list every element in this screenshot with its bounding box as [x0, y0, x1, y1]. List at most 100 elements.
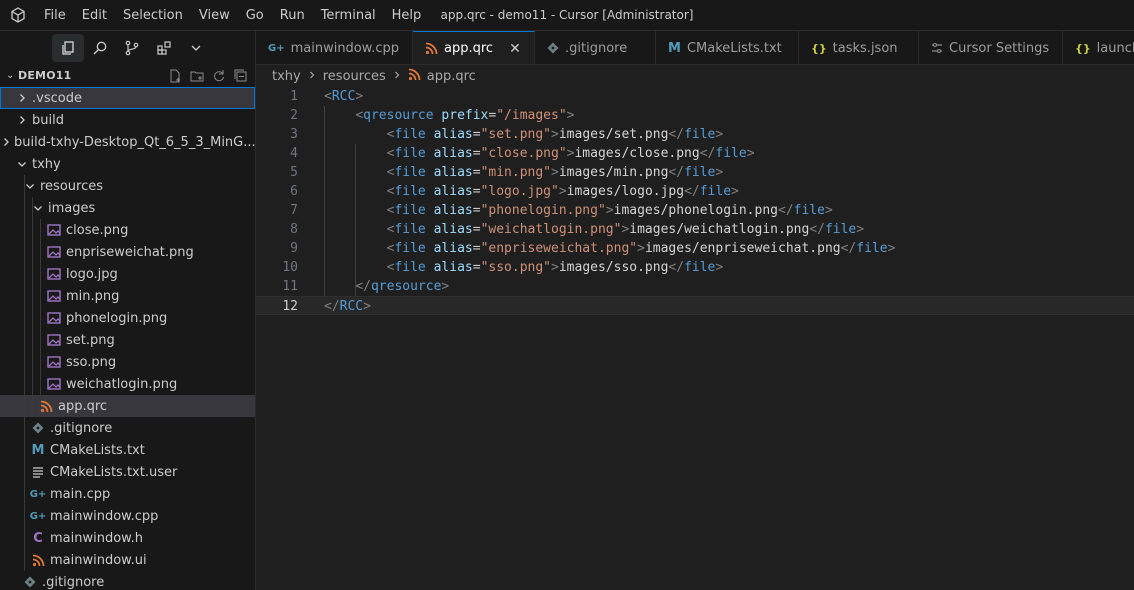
element-text: images/enpriseweichat.png [644, 241, 841, 256]
tab-tasks-json[interactable]: {} tasks.json [799, 31, 919, 64]
close-icon[interactable]: ✕ [509, 41, 521, 57]
chevron-right-icon[interactable] [0, 136, 12, 148]
tab-mainwindow-cpp[interactable]: G+ mainwindow.cpp [256, 31, 413, 64]
indent-guide [24, 241, 25, 263]
chevron-right-icon[interactable] [14, 92, 30, 104]
explorer-actions [167, 68, 255, 84]
tab-gitignore[interactable]: .gitignore [535, 31, 656, 64]
code-text: <file alias="set.png">images/set.png</fi… [386, 127, 724, 142]
chevron-right-icon[interactable] [14, 114, 30, 126]
menu-view[interactable]: View [191, 0, 238, 31]
menu-help[interactable]: Help [384, 0, 430, 31]
tag-name: file [684, 165, 716, 180]
tree-file[interactable]: logo.jpg [0, 263, 255, 285]
git-file-icon [547, 42, 559, 54]
tab-launch[interactable]: {} launch [1063, 31, 1134, 64]
tree-folder[interactable]: txhy [0, 153, 255, 175]
tree-file[interactable]: enpriseweichat.png [0, 241, 255, 263]
tree-file[interactable]: mainwindow.ui [0, 549, 255, 571]
cmake-file-icon: M [668, 40, 681, 56]
tree-folder[interactable]: resources [0, 175, 255, 197]
tree-file[interactable]: close.png [0, 219, 255, 241]
chevron-down-icon[interactable]: ⌄ [6, 70, 18, 81]
extensions-icon[interactable] [148, 34, 180, 62]
tree-file[interactable]: phonelogin.png [0, 307, 255, 329]
code-text: <file alias="logo.jpg">images/logo.jpg</… [386, 184, 739, 199]
breadcrumb-item[interactable]: resources [323, 69, 386, 84]
horizontal-scrollbar[interactable] [256, 580, 1134, 590]
menu-run[interactable]: Run [272, 0, 313, 31]
tab-app-qrc[interactable]: app.qrc ✕ [413, 31, 535, 64]
tree-item-label: txhy [32, 156, 61, 172]
menu-file[interactable]: File [36, 0, 74, 31]
line-number: 10 [282, 260, 298, 275]
element-text: images/set.png [558, 127, 669, 142]
tree-file[interactable]: min.png [0, 285, 255, 307]
new-file-icon[interactable] [167, 68, 183, 84]
menu-terminal[interactable]: Terminal [313, 0, 384, 31]
code-line: 11 </qresource> [256, 277, 1134, 296]
collapse-all-icon[interactable] [233, 68, 249, 84]
tree-file[interactable]: app.qrc [0, 395, 255, 417]
tree-file[interactable]: .gitignore [0, 571, 255, 590]
tree-file[interactable]: G+ mainwindow.cpp [0, 505, 255, 527]
tree-file[interactable]: weichatlogin.png [0, 373, 255, 395]
tree-file[interactable]: M CMakeLists.txt [0, 439, 255, 461]
indent-guide [24, 175, 25, 197]
tab-label: CMakeLists.txt [686, 40, 782, 56]
line-number: 2 [290, 108, 298, 123]
indent-guide [40, 329, 41, 351]
line-number: 5 [290, 165, 298, 180]
tree-item-label: .gitignore [42, 574, 105, 590]
tree-folder[interactable]: .vscode [0, 87, 255, 109]
tag-name: file [699, 184, 732, 199]
breadcrumb-item[interactable]: app.qrc [427, 69, 476, 84]
tree-item-label: logo.jpg [66, 266, 118, 282]
code-text: <file alias="phonelogin.png">images/phon… [386, 203, 833, 218]
tab-cursor-settings[interactable]: Cursor Settings [919, 31, 1063, 64]
tree-item-label: CMakeLists.txt.user [50, 464, 178, 480]
tag-name: qresource [363, 108, 434, 123]
tab-cmakelists-txt[interactable]: M CMakeLists.txt [656, 31, 799, 64]
tree-file[interactable]: .gitignore [0, 417, 255, 439]
new-folder-icon[interactable] [189, 68, 205, 84]
tree-file[interactable]: set.png [0, 329, 255, 351]
line-number: 7 [290, 203, 298, 218]
tree-folder[interactable]: images [0, 197, 255, 219]
menu-go[interactable]: Go [238, 0, 272, 31]
tree-file[interactable]: sso.png [0, 351, 255, 373]
tree-folder[interactable]: build [0, 109, 255, 131]
menu-selection[interactable]: Selection [115, 0, 191, 31]
attribute-name: alias [433, 203, 473, 218]
tree-file[interactable]: CMakeLists.txt.user [0, 461, 255, 483]
tree-item-label: phonelogin.png [66, 310, 168, 326]
explorer-section-header[interactable]: ⌄ DEMO11 [0, 64, 255, 87]
tag-name: qresource [370, 279, 442, 294]
tree-folder[interactable]: build-txhy-Desktop_Qt_6_5_3_MinG... [0, 131, 255, 153]
indent-guide [24, 439, 25, 461]
breadcrumb: txhy resources app.qrc [256, 65, 1134, 87]
chevron-down-icon[interactable] [14, 158, 30, 170]
tree-item-label: close.png [66, 222, 129, 238]
breadcrumb-item[interactable]: txhy [272, 69, 301, 84]
code-editor[interactable]: 1 <RCC> 2 <qresource prefix="/images"> 3 <fil… [256, 87, 1134, 590]
editor-tab-bar: G+ mainwindow.cpp app.qrc ✕ .gitignore M CMake… [256, 31, 1134, 65]
image-file-icon [46, 310, 62, 326]
code-text: <file alias="sso.png">images/sso.png</fi… [386, 260, 724, 275]
source-control-icon[interactable] [116, 34, 148, 62]
attribute-value: "enpriseweichat.png" [480, 241, 638, 256]
indent-guide [24, 219, 25, 241]
menu-edit[interactable]: Edit [74, 0, 115, 31]
indent-guide [24, 417, 25, 439]
tag-name: file [684, 260, 716, 275]
indent-guide [32, 395, 33, 417]
tree-file[interactable]: Cmainwindow.h [0, 527, 255, 549]
chevron-down-icon[interactable] [180, 34, 212, 62]
refresh-icon[interactable] [211, 68, 227, 84]
cpp-file-icon: G+ [29, 510, 47, 522]
tree-file[interactable]: G+ main.cpp [0, 483, 255, 505]
tab-label: launch [1096, 40, 1134, 56]
attribute-name: alias [433, 146, 473, 161]
search-icon[interactable] [84, 34, 116, 62]
explorer-icon[interactable] [52, 33, 84, 62]
